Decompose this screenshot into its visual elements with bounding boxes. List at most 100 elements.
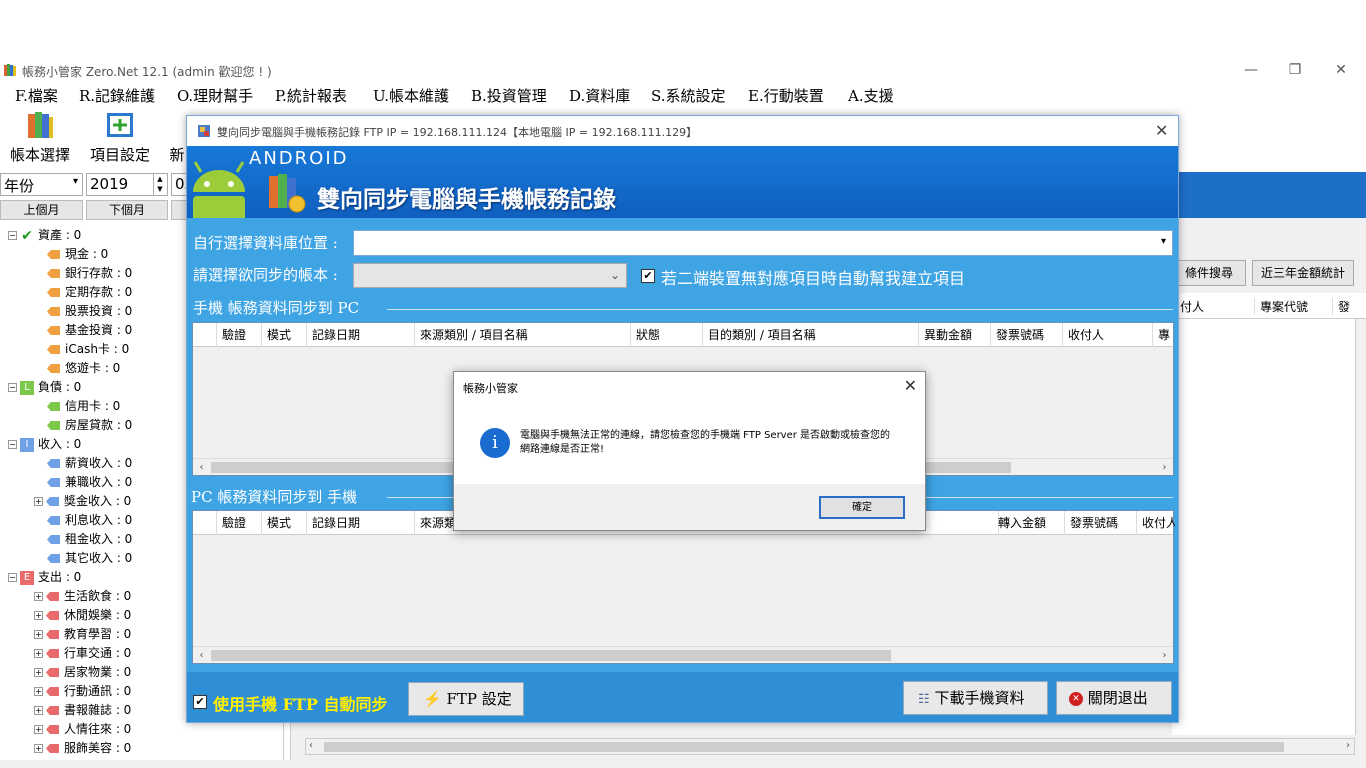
ftp-settings-button[interactable]: ⚡ FTP 設定 [408, 682, 524, 716]
menu-support[interactable]: A.支援 [848, 85, 894, 106]
expand-icon[interactable]: + [34, 611, 43, 620]
tree-item[interactable]: + 服飾美容 : 0 [34, 739, 131, 758]
tree-item[interactable]: 其它收入 : 0 [34, 549, 132, 568]
books-coin-icon [265, 172, 309, 217]
collapse-icon[interactable]: − [8, 573, 17, 582]
ftp-auto-checkbox[interactable]: ✔ [193, 695, 207, 709]
item-settings-button[interactable]: 項目設定 [86, 110, 154, 165]
tree-item[interactable]: 薪資收入 : 0 [34, 454, 132, 473]
db-location-label: 自行選擇資料庫位置 : [193, 234, 338, 252]
tree-item[interactable]: − E 支出 : 0 [8, 568, 81, 587]
tree-item[interactable]: − ✔ 資產 : 0 [8, 226, 81, 245]
row-header-col [193, 511, 217, 535]
expand-icon[interactable]: + [34, 649, 43, 658]
prev-month-button[interactable]: 上個月 [0, 200, 83, 220]
collapse-icon[interactable]: − [8, 231, 17, 240]
tree-item-label: 服飾美容 : 0 [64, 741, 132, 755]
menu-finance-helper[interactable]: O.理財幫手 [177, 85, 253, 106]
tree-item[interactable]: − L 負債 : 0 [8, 378, 81, 397]
collapse-icon[interactable]: − [8, 383, 17, 392]
condition-search-button[interactable]: 條件搜尋 [1172, 260, 1246, 286]
scroll-right-icon[interactable]: › [1156, 647, 1173, 664]
tree-item[interactable]: + 人情往來 : 0 [34, 720, 131, 739]
ok-button[interactable]: 確定 [819, 496, 905, 519]
tree-item[interactable]: + 書報雜誌 : 0 [34, 701, 131, 720]
db-location-select[interactable]: ▾ [353, 230, 1173, 256]
expand-icon[interactable]: + [34, 592, 43, 601]
tree-item[interactable]: 現金 : 0 [34, 245, 108, 264]
collapse-icon[interactable]: − [8, 440, 17, 449]
tree-item[interactable]: + 獎金收入 : 0 [34, 492, 131, 511]
spinner-arrows-icon[interactable]: ▲ ▼ [153, 174, 166, 195]
expand-icon[interactable]: + [34, 725, 43, 734]
menu-records[interactable]: R.記錄維護 [79, 85, 155, 106]
tree-item[interactable]: 利息收入 : 0 [34, 511, 132, 530]
scroll-right-icon[interactable]: › [1156, 459, 1173, 476]
tree-item-label: iCash卡 : 0 [65, 342, 130, 356]
nav-button-partial[interactable] [171, 200, 187, 220]
col-mode: 模式 [262, 511, 307, 535]
month-select-partial[interactable]: 05 [171, 173, 187, 196]
tree-item-label: 獎金收入 : 0 [64, 494, 132, 508]
scroll-left-icon[interactable]: ‹ [193, 459, 210, 476]
auto-create-checkbox[interactable]: ✔ [641, 269, 655, 283]
tree-item[interactable]: 悠遊卡 : 0 [34, 359, 120, 378]
pc-to-phone-hscrollbar[interactable]: ‹ › [193, 646, 1173, 663]
tree-item[interactable]: + 行車交通 : 0 [34, 644, 131, 663]
menu-investment[interactable]: B.投資管理 [471, 85, 547, 106]
tree-item[interactable]: − I 收入 : 0 [8, 435, 81, 454]
col-record-date: 記錄日期 [307, 511, 415, 535]
tree-item[interactable]: 基金投資 : 0 [34, 321, 132, 340]
tree-item[interactable]: 銀行存款 : 0 [34, 264, 132, 283]
close-window-button[interactable]: ✕ [1318, 60, 1364, 80]
three-year-stats-button[interactable]: 近三年金額統計 [1252, 260, 1354, 286]
tree-item[interactable]: 定期存款 : 0 [34, 283, 132, 302]
expand-icon[interactable]: + [34, 630, 43, 639]
scroll-right-icon[interactable]: › [1346, 740, 1350, 751]
expand-icon[interactable]: + [34, 744, 43, 753]
book-sync-select[interactable]: ⌄ [353, 263, 627, 288]
section-pc-to-phone: PC 帳務資料同步到 手機 [191, 488, 358, 506]
menu-mobile[interactable]: E.行動裝置 [748, 85, 824, 106]
tree-item[interactable]: 房屋貸款 : 0 [34, 416, 132, 435]
col-invoice-number: 發票號碼 [991, 323, 1063, 347]
menu-database[interactable]: D.資料庫 [569, 85, 630, 106]
tree-item[interactable]: iCash卡 : 0 [34, 340, 129, 359]
message-box-close-button[interactable]: ✕ [904, 376, 917, 395]
restore-button[interactable]: ❐ [1272, 60, 1318, 80]
tree-item[interactable]: 兼職收入 : 0 [34, 473, 132, 492]
tag-icon [46, 725, 59, 734]
tree-item[interactable]: + 行動通訊 : 0 [34, 682, 131, 701]
download-phone-data-button[interactable]: ☷ 下載手機資料 [903, 681, 1048, 715]
tag-icon [46, 630, 59, 639]
menu-file[interactable]: F.檔案 [15, 85, 58, 106]
expand-icon[interactable]: + [34, 706, 43, 715]
tree-item[interactable]: 租金收入 : 0 [34, 530, 132, 549]
tree-item[interactable]: + 休閒娛樂 : 0 [34, 606, 131, 625]
book-select-button[interactable]: 帳本選擇 [6, 110, 74, 165]
scroll-thumb[interactable] [211, 650, 891, 661]
background-hscrollbar[interactable]: ‹ › [305, 738, 1355, 755]
menu-reports[interactable]: P.統計報表 [275, 85, 347, 106]
scroll-left-icon[interactable]: ‹ [193, 647, 210, 664]
new-button-partial[interactable]: 新 [166, 144, 188, 165]
expand-icon[interactable]: + [34, 687, 43, 696]
scroll-left-icon[interactable]: ‹ [309, 740, 313, 751]
period-select[interactable]: 年份 ▾ [0, 173, 83, 196]
next-month-button[interactable]: 下個月 [86, 200, 168, 220]
sync-close-button[interactable]: ✕ [1155, 121, 1168, 140]
tree-item[interactable]: 股票投資 : 0 [34, 302, 132, 321]
tree-item[interactable]: 信用卡 : 0 [34, 397, 120, 416]
expand-icon[interactable]: + [34, 497, 43, 506]
tree-item[interactable]: + 居家物業 : 0 [34, 663, 131, 682]
menu-system-settings[interactable]: S.系統設定 [651, 85, 726, 106]
close-exit-button[interactable]: ✕ 關閉退出 [1056, 681, 1172, 715]
tree-item[interactable]: + 生活飲食 : 0 [34, 587, 131, 606]
android-logo-text: ANDROID [249, 148, 349, 169]
tree-item[interactable]: + 教育學習 : 0 [34, 625, 131, 644]
minimize-button[interactable]: — [1228, 60, 1274, 80]
menu-ledger[interactable]: U.帳本維護 [373, 85, 449, 106]
scroll-thumb[interactable] [324, 742, 1284, 752]
year-spinner[interactable]: 2019 ▲ ▼ [86, 173, 168, 196]
expand-icon[interactable]: + [34, 668, 43, 677]
